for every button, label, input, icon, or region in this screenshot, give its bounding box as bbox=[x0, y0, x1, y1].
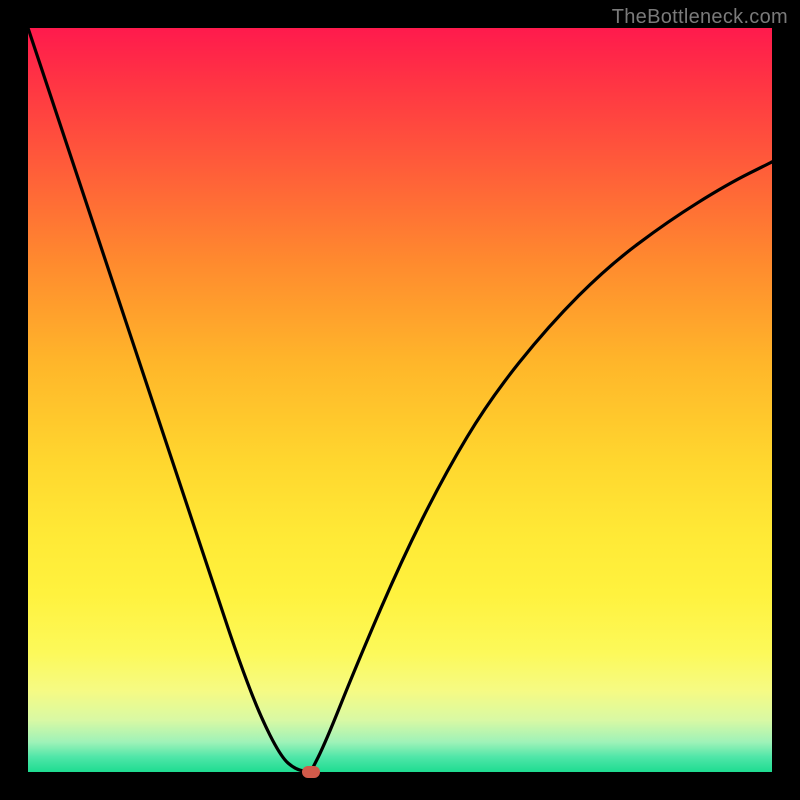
curve-svg bbox=[28, 28, 772, 772]
watermark-text: TheBottleneck.com bbox=[612, 6, 788, 29]
chart-frame: TheBottleneck.com bbox=[0, 0, 800, 800]
curve-right bbox=[311, 162, 772, 772]
optimum-marker bbox=[302, 766, 320, 778]
plot-area bbox=[28, 28, 772, 772]
curve-left bbox=[28, 28, 311, 772]
